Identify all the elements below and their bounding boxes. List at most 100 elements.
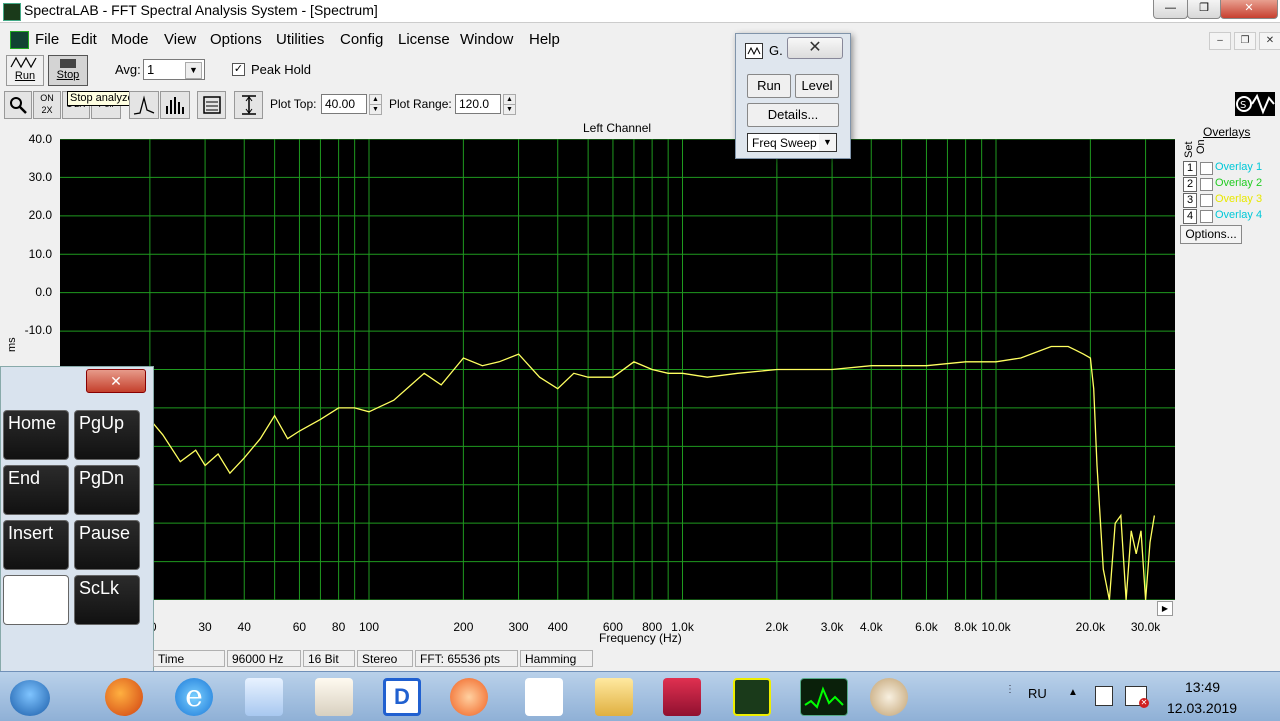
overlay-on-checkbox-2[interactable] bbox=[1200, 178, 1213, 191]
y-axis-label: ms bbox=[6, 337, 18, 352]
tray-grip-icon: ⋮ bbox=[1005, 684, 1015, 695]
menu-edit[interactable]: Edit bbox=[71, 31, 97, 48]
x-tick-label: 4.0k bbox=[859, 620, 883, 634]
signal-generator-logo-icon[interactable]: S bbox=[1235, 92, 1275, 116]
plot-range-label: Plot Range: bbox=[389, 97, 452, 111]
menu-mode[interactable]: Mode bbox=[111, 31, 149, 48]
x-tick-label: 100 bbox=[358, 620, 380, 634]
spectralab-generator-icon[interactable] bbox=[733, 678, 771, 716]
generator-details-button[interactable]: Details... bbox=[747, 103, 839, 127]
close-icon[interactable]: ✕ bbox=[787, 37, 843, 59]
stop-button[interactable]: Stop bbox=[48, 55, 88, 86]
maximize-button[interactable]: ❐ bbox=[1187, 0, 1221, 19]
language-indicator[interactable]: RU bbox=[1028, 686, 1047, 701]
safely-remove-hardware-icon[interactable] bbox=[1095, 686, 1113, 706]
key-pause[interactable]: Pause bbox=[74, 520, 140, 570]
svg-text:S: S bbox=[1240, 100, 1246, 111]
status-fft-size: FFT: 65536 pts bbox=[415, 650, 518, 667]
spectralab-taskbar-icon[interactable] bbox=[800, 678, 848, 716]
overlays-panel: Overlays Set On 1 Overlay 1 2 Overlay 2 … bbox=[1180, 124, 1280, 254]
overlay-options-button[interactable]: Options... bbox=[1180, 225, 1242, 244]
network-icon[interactable]: ✕ bbox=[1125, 686, 1149, 708]
media-player-icon[interactable] bbox=[450, 678, 488, 716]
overlay-set-button-2[interactable]: 2 bbox=[1183, 177, 1197, 192]
daemon-tools-icon[interactable]: D bbox=[383, 678, 421, 716]
status-bit-depth: 16 Bit bbox=[303, 650, 355, 667]
peak-view-button[interactable] bbox=[129, 91, 159, 119]
generator-mode-select[interactable]: Freq Sweep ▼ bbox=[747, 133, 837, 152]
key-blank[interactable] bbox=[3, 575, 69, 625]
generator-level-button[interactable]: Level bbox=[795, 74, 839, 98]
clock-date[interactable]: 12.03.2019 bbox=[1167, 700, 1237, 716]
spectrum-plot[interactable] bbox=[60, 138, 1175, 601]
key-sclk[interactable]: ScLk bbox=[74, 575, 140, 625]
firefox-icon[interactable] bbox=[105, 678, 143, 716]
close-button[interactable]: ✕ bbox=[1220, 0, 1278, 19]
menu-window[interactable]: Window bbox=[460, 31, 513, 48]
status-sample-rate: 96000 Hz bbox=[227, 650, 301, 667]
overlay-on-checkbox-3[interactable] bbox=[1200, 194, 1213, 207]
x-tick-label: 200 bbox=[453, 620, 474, 634]
on-header: On bbox=[1195, 139, 1207, 154]
avg-select[interactable]: 1 ▼ bbox=[143, 59, 205, 80]
show-hidden-icons-chevron-icon[interactable]: ▲ bbox=[1068, 687, 1078, 698]
chevron-down-icon[interactable]: ▼ bbox=[185, 62, 202, 79]
user-tools-icon[interactable] bbox=[245, 678, 283, 716]
plot-range-input[interactable]: 120.0 bbox=[455, 94, 501, 114]
onscreen-keyboard: ✕ Home PgUp End PgDn Insert Pause ScLk ◢ bbox=[0, 366, 154, 693]
overlay-set-button-1[interactable]: 1 bbox=[1183, 161, 1197, 176]
key-pgup[interactable]: PgUp bbox=[74, 410, 140, 460]
x-tick-label: 60 bbox=[292, 620, 307, 634]
menu-file[interactable]: File bbox=[35, 31, 59, 48]
key-pgdn[interactable]: PgDn bbox=[74, 465, 140, 515]
y-tick-label: 0.0 bbox=[35, 285, 52, 299]
scroll-right-arrow[interactable]: ▶ bbox=[1157, 601, 1173, 616]
mdi-minimize-button[interactable]: – bbox=[1209, 32, 1231, 50]
status-window-type: Hamming bbox=[520, 650, 593, 667]
x-tick-label: 30.0k bbox=[1130, 620, 1161, 634]
floppy-disk-icon[interactable] bbox=[663, 678, 701, 716]
start-button-icon[interactable] bbox=[10, 680, 50, 716]
signature-app-icon[interactable] bbox=[315, 678, 353, 716]
mdi-restore-button[interactable]: ❐ bbox=[1234, 32, 1256, 50]
paint-palette-icon[interactable] bbox=[870, 678, 908, 716]
minimize-button[interactable]: — bbox=[1153, 0, 1188, 19]
key-home[interactable]: Home bbox=[3, 410, 69, 460]
zoom-2x-on-button[interactable]: ON 2X bbox=[33, 91, 61, 119]
internet-explorer-icon[interactable]: e bbox=[175, 678, 213, 716]
plot-range-spin-down[interactable]: ▼ bbox=[503, 104, 516, 115]
avg-value: 1 bbox=[147, 62, 155, 77]
key-insert[interactable]: Insert bbox=[3, 520, 69, 570]
menu-license[interactable]: License bbox=[398, 31, 450, 48]
menu-bar: File Edit Mode View Options Utilities Co… bbox=[0, 27, 1280, 51]
generator-run-button[interactable]: Run bbox=[747, 74, 791, 98]
run-button[interactable]: Run bbox=[6, 55, 44, 86]
overlay-on-checkbox-1[interactable] bbox=[1200, 162, 1213, 175]
mdi-close-button[interactable]: ✕ bbox=[1259, 32, 1280, 50]
peak-hold-checkbox[interactable]: ✓ bbox=[232, 63, 245, 76]
key-end[interactable]: End bbox=[3, 465, 69, 515]
menu-utilities[interactable]: Utilities bbox=[276, 31, 324, 48]
peak-hold-label: Peak Hold bbox=[251, 62, 311, 77]
overlay-set-button-3[interactable]: 3 bbox=[1183, 193, 1197, 208]
plot-top-input[interactable]: 40.00 bbox=[321, 94, 367, 114]
overlay-on-checkbox-4[interactable] bbox=[1200, 210, 1213, 223]
bar-view-button[interactable] bbox=[160, 91, 190, 119]
window-layout-button[interactable] bbox=[197, 91, 226, 119]
close-icon[interactable]: ✕ bbox=[86, 369, 146, 393]
stop-icon bbox=[60, 59, 76, 68]
alien-app-icon[interactable] bbox=[525, 678, 563, 716]
folder-icon[interactable] bbox=[595, 678, 633, 716]
plot-top-spin-down[interactable]: ▼ bbox=[369, 104, 382, 115]
menu-config[interactable]: Config bbox=[340, 31, 383, 48]
vertical-scale-button[interactable] bbox=[234, 91, 263, 119]
menu-options[interactable]: Options bbox=[210, 31, 262, 48]
clock-time[interactable]: 13:49 bbox=[1185, 679, 1220, 695]
overlay-set-button-4[interactable]: 4 bbox=[1183, 209, 1197, 224]
menu-help[interactable]: Help bbox=[529, 31, 560, 48]
menu-view[interactable]: View bbox=[164, 31, 196, 48]
zoom-tool-button[interactable] bbox=[4, 91, 32, 119]
chevron-down-icon[interactable]: ▼ bbox=[819, 134, 836, 151]
spectrum-chart[interactable] bbox=[60, 138, 1175, 601]
x-tick-label: 10.0k bbox=[981, 620, 1011, 634]
